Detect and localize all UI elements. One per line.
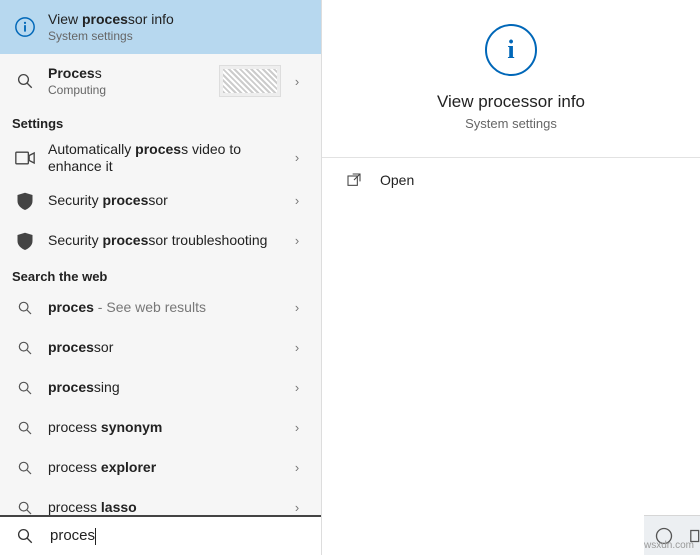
- result-view-processor-info[interactable]: View processor info System settings: [0, 0, 321, 54]
- web-item-proces[interactable]: proces - See web results ›: [0, 288, 321, 328]
- detail-title: View processor info: [437, 92, 585, 112]
- shield-icon: [14, 191, 36, 211]
- info-icon: [14, 16, 36, 38]
- search-icon: [14, 380, 36, 396]
- chevron-right-icon[interactable]: ›: [287, 500, 307, 515]
- section-header-web: Search the web: [0, 261, 321, 288]
- result-title: Security processor troubleshooting: [48, 232, 287, 249]
- detail-subtitle: System settings: [465, 116, 557, 131]
- result-title: process synonym: [48, 419, 287, 436]
- result-subtitle: System settings: [48, 29, 307, 43]
- open-icon: [346, 172, 366, 188]
- search-icon: [14, 527, 36, 545]
- chevron-right-icon[interactable]: ›: [287, 193, 307, 208]
- result-title: process explorer: [48, 459, 287, 476]
- result-title: Process: [48, 65, 219, 82]
- result-title: process lasso: [48, 499, 287, 515]
- search-icon: [14, 460, 36, 476]
- chevron-right-icon[interactable]: ›: [287, 300, 307, 315]
- web-item-processor[interactable]: processor ›: [0, 328, 321, 368]
- detail-panel: i View processor info System settings Op…: [322, 0, 700, 555]
- settings-item-video[interactable]: Automatically process video to enhance i…: [0, 135, 321, 181]
- result-title: processing: [48, 379, 287, 396]
- result-title: proces - See web results: [48, 299, 287, 316]
- section-header-settings: Settings: [0, 108, 321, 135]
- shield-icon: [14, 231, 36, 251]
- open-label: Open: [380, 172, 414, 188]
- search-icon: [14, 500, 36, 515]
- chevron-right-icon[interactable]: ›: [287, 150, 307, 165]
- chevron-right-icon[interactable]: ›: [287, 460, 307, 475]
- result-process-computing[interactable]: Process Computing ›: [0, 54, 321, 108]
- result-subtitle: Computing: [48, 83, 219, 97]
- search-icon: [14, 72, 36, 90]
- search-input[interactable]: proces: [50, 527, 307, 545]
- web-item-process-explorer[interactable]: process explorer ›: [0, 448, 321, 488]
- watermark: wsxdn.com: [644, 540, 694, 551]
- settings-item-security-troubleshooting[interactable]: Security processor troubleshooting ›: [0, 221, 321, 261]
- chevron-right-icon[interactable]: ›: [287, 420, 307, 435]
- search-box[interactable]: proces: [0, 515, 321, 555]
- web-item-process-synonym[interactable]: process synonym ›: [0, 408, 321, 448]
- result-title: View processor info: [48, 11, 307, 28]
- chevron-right-icon[interactable]: ›: [287, 380, 307, 395]
- open-action[interactable]: Open: [322, 162, 700, 198]
- web-item-processing[interactable]: processing ›: [0, 368, 321, 408]
- info-icon: i: [485, 24, 537, 76]
- search-icon: [14, 340, 36, 356]
- web-item-process-lasso[interactable]: process lasso ›: [0, 488, 321, 515]
- result-title: processor: [48, 339, 287, 356]
- search-icon: [14, 420, 36, 436]
- chevron-right-icon[interactable]: ›: [287, 74, 307, 89]
- result-thumbnail: [219, 65, 281, 97]
- divider: [322, 157, 700, 158]
- search-results-panel: View processor info System settings Proc…: [0, 0, 322, 555]
- search-icon: [14, 300, 36, 316]
- settings-item-security-processor[interactable]: Security processor ›: [0, 181, 321, 221]
- chevron-right-icon[interactable]: ›: [287, 233, 307, 248]
- results-scroll: View processor info System settings Proc…: [0, 0, 321, 515]
- video-icon: [14, 151, 36, 165]
- result-title: Automatically process video to enhance i…: [48, 141, 287, 175]
- result-title: Security processor: [48, 192, 287, 209]
- chevron-right-icon[interactable]: ›: [287, 340, 307, 355]
